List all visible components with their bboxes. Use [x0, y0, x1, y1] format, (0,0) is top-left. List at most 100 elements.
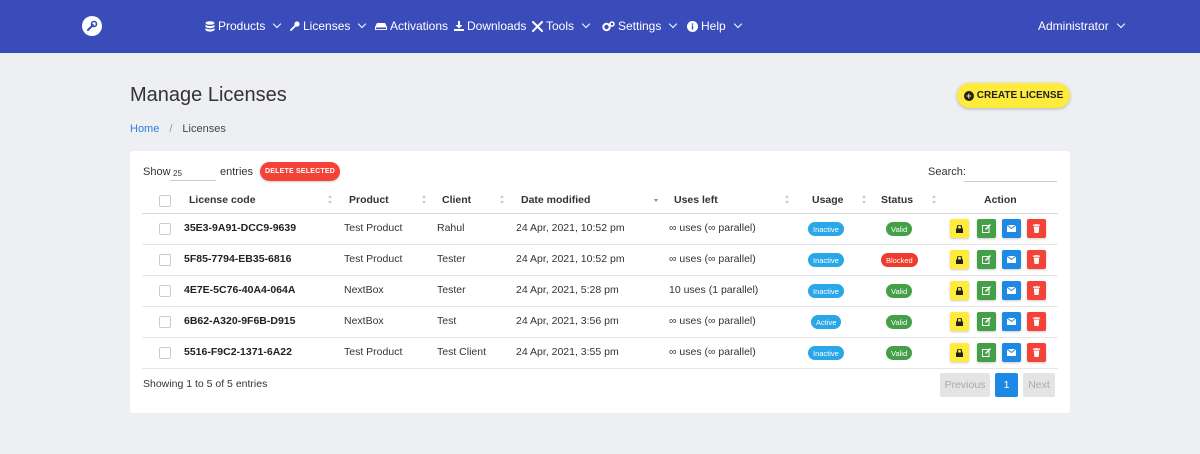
trash-icon — [1033, 224, 1040, 233]
chevron-down-icon — [358, 19, 367, 29]
chevron-down-icon — [273, 19, 282, 29]
edit-icon — [982, 317, 991, 326]
nav-settings-label: Settings — [618, 19, 662, 33]
license-code[interactable]: 5516-F9C2-1371-6A22 — [184, 346, 292, 358]
license-code[interactable]: 35E3-9A91-DCC9-9639 — [184, 222, 296, 234]
envelope-icon — [1007, 318, 1016, 325]
table-row: 5F85-7794-EB35-6816 Test Product Tester … — [142, 245, 1058, 276]
lock-icon — [956, 286, 963, 295]
email-button[interactable] — [1002, 250, 1021, 269]
hdd-icon — [375, 22, 387, 31]
delete-button[interactable] — [1027, 281, 1046, 300]
row-checkbox[interactable] — [159, 316, 171, 328]
status-badge: Blocked — [881, 253, 918, 267]
delete-button[interactable] — [1027, 343, 1046, 362]
license-code[interactable]: 6B62-A320-9F6B-D915 — [184, 315, 295, 327]
date-modified: 24 Apr, 2021, 10:52 pm — [516, 253, 625, 265]
lock-icon — [956, 224, 963, 233]
email-button[interactable] — [1002, 219, 1021, 238]
plus-circle-icon: + — [963, 90, 974, 101]
trash-icon — [1033, 317, 1040, 326]
th-license-code[interactable]: License code — [189, 194, 256, 206]
lock-icon — [956, 317, 963, 326]
product: NextBox — [344, 284, 384, 296]
pagination-next[interactable]: Next — [1023, 373, 1055, 397]
chevron-down-icon — [581, 19, 591, 29]
top-navbar: Products Licenses Activations Downloads … — [0, 0, 1200, 53]
table-row: 35E3-9A91-DCC9-9639 Test Product Rahul 2… — [142, 214, 1058, 245]
edit-button[interactable] — [977, 343, 996, 362]
nav-activations-label: Activations — [390, 19, 449, 33]
pagination-previous[interactable]: Previous — [940, 373, 990, 397]
date-modified: 24 Apr, 2021, 3:56 pm — [516, 315, 619, 327]
brand-logo-icon[interactable] — [82, 16, 102, 36]
th-uses-left[interactable]: Uses left — [674, 194, 718, 206]
uses-left: ∞ uses (∞ parallel) — [669, 222, 756, 234]
sort-icon — [327, 195, 334, 205]
th-product[interactable]: Product — [349, 194, 389, 206]
nav-activations[interactable]: Activations — [375, 19, 448, 33]
delete-button[interactable] — [1027, 312, 1046, 331]
nav-products[interactable]: Products — [205, 19, 282, 33]
breadcrumb-home-link[interactable]: Home — [130, 123, 159, 135]
product: NextBox — [344, 315, 384, 327]
license-code[interactable]: 4E7E-5C76-40A4-064A — [184, 284, 295, 296]
usage-badge: Inactive — [808, 284, 844, 298]
uses-left: ∞ uses (∞ parallel) — [669, 315, 756, 327]
th-date-modified[interactable]: Date modified — [521, 194, 590, 206]
row-checkbox[interactable] — [159, 347, 171, 359]
lock-icon — [956, 255, 963, 264]
database-icon — [205, 20, 215, 32]
cogs-icon — [602, 20, 615, 32]
nav-downloads[interactable]: Downloads — [454, 19, 526, 33]
lock-button[interactable] — [950, 281, 969, 300]
status-badge: Valid — [886, 222, 913, 236]
row-checkbox[interactable] — [159, 285, 171, 297]
row-checkbox[interactable] — [159, 223, 171, 235]
edit-button[interactable] — [977, 281, 996, 300]
select-all-checkbox[interactable] — [159, 195, 171, 207]
user-name: Administrator — [1038, 19, 1109, 33]
email-button[interactable] — [1002, 312, 1021, 331]
uses-left: ∞ uses (∞ parallel) — [669, 253, 756, 265]
lock-button[interactable] — [950, 250, 969, 269]
nav-licenses[interactable]: Licenses — [290, 19, 367, 33]
email-button[interactable] — [1002, 343, 1021, 362]
create-license-button[interactable]: + CREATE LICENSE — [957, 83, 1070, 108]
license-code[interactable]: 5F85-7794-EB35-6816 — [184, 253, 291, 265]
chevron-down-icon — [669, 19, 678, 29]
uses-left: 10 uses (1 parallel) — [669, 284, 759, 296]
delete-selected-button[interactable]: DELETE SELECTED — [260, 162, 340, 181]
client: Tester — [437, 253, 466, 265]
edit-icon — [982, 286, 991, 295]
table-row: 6B62-A320-9F6B-D915 NextBox Test 24 Apr,… — [142, 307, 1058, 338]
lock-button[interactable] — [950, 312, 969, 331]
sort-icon — [421, 195, 428, 205]
trash-icon — [1033, 348, 1040, 357]
th-client[interactable]: Client — [442, 194, 471, 206]
row-checkbox[interactable] — [159, 254, 171, 266]
pagination-page[interactable]: 1 — [995, 373, 1018, 397]
nav-settings[interactable]: Settings — [602, 19, 678, 33]
edit-button[interactable] — [977, 219, 996, 238]
lock-button[interactable] — [950, 343, 969, 362]
page-length-select[interactable]: 25 — [170, 163, 216, 181]
nav-tools[interactable]: Tools — [532, 19, 591, 33]
th-status[interactable]: Status — [881, 194, 913, 206]
status-badge: Valid — [886, 315, 913, 329]
search-input[interactable] — [964, 164, 1057, 182]
delete-button[interactable] — [1027, 250, 1046, 269]
lock-button[interactable] — [950, 219, 969, 238]
delete-button[interactable] — [1027, 219, 1046, 238]
table-row: 5516-F9C2-1371-6A22 Test Product Test Cl… — [142, 338, 1058, 369]
th-usage[interactable]: Usage — [812, 194, 844, 206]
edit-button[interactable] — [977, 312, 996, 331]
nav-help[interactable]: Help — [687, 19, 742, 33]
sort-icon — [784, 195, 791, 205]
client: Rahul — [437, 222, 465, 234]
user-menu[interactable]: Administrator — [1038, 19, 1125, 33]
email-button[interactable] — [1002, 281, 1021, 300]
edit-button[interactable] — [977, 250, 996, 269]
breadcrumb: Home / Licenses — [130, 123, 226, 135]
date-modified: 24 Apr, 2021, 3:55 pm — [516, 346, 619, 358]
